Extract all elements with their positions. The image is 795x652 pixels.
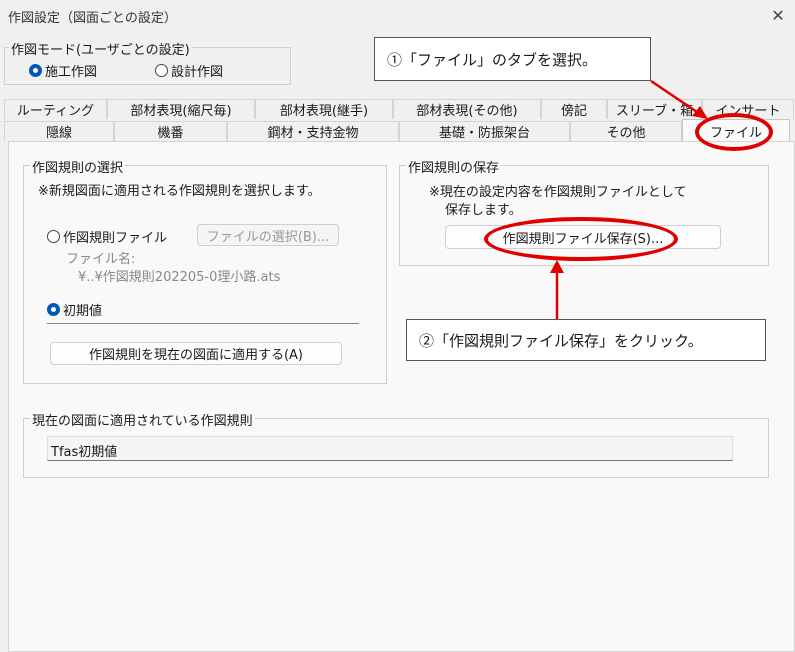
current-rule-field: Tfas初期値 [47, 436, 733, 461]
mode-group: 作図モード(ユーザごとの設定) 施工作図 設計作図 [4, 39, 291, 85]
current-rule-value: Tfas初期値 [51, 445, 118, 460]
title-bar: 作図設定（図面ごとの設定） ✕ [0, 0, 795, 32]
tab-member-scale[interactable]: 部材表現(縮尺毎) [107, 99, 255, 119]
radio-unselected-icon [155, 64, 168, 77]
highlight-file-tab-ring [695, 113, 773, 151]
separator [47, 323, 359, 324]
window-title: 作図設定（図面ごとの設定） [8, 11, 177, 26]
radio-rule-file[interactable]: 作図規則ファイル [47, 227, 167, 246]
file-select-button[interactable]: ファイルの選択(B)... [197, 224, 339, 246]
radio-label-design: 設計作図 [171, 65, 224, 80]
radio-selected-icon [47, 303, 60, 316]
callout-select-file-tab: ①「ファイル」のタブを選択。 [374, 37, 651, 81]
radio-unselected-icon [47, 230, 60, 243]
radio-label-rule-file: 作図規則ファイル [63, 231, 168, 246]
radio-selected-icon [29, 64, 42, 77]
highlight-save-button-ring [484, 217, 678, 261]
apply-rule-button[interactable]: 作図規則を現在の図面に適用する(A) [50, 342, 342, 365]
filename-value: ¥..¥作図規則202205-0理小路.ats [78, 270, 281, 285]
callout-click-save: ②「作図規則ファイル保存」をクリック。 [406, 319, 766, 361]
rule-select-description: ※新規図面に適用される作図規則を選択します。 [38, 184, 321, 199]
tab-annotation[interactable]: 傍記 [541, 99, 607, 119]
tab-foundation[interactable]: 基礎・防振架台 [399, 121, 570, 141]
rule-save-description-1: ※現在の設定内容を作図規則ファイルとして [429, 185, 687, 200]
tab-member-joint[interactable]: 部材表現(継手) [255, 99, 393, 119]
mode-group-legend: 作図モード(ユーザごとの設定) [9, 39, 192, 58]
tab-member-other[interactable]: 部材表現(その他) [393, 99, 541, 119]
rule-select-legend: 作図規則の選択 [30, 157, 126, 176]
rule-save-legend: 作図規則の保存 [406, 157, 502, 176]
tab-sleeve-box[interactable]: スリーブ・箱 [607, 99, 702, 119]
tab-equipment-number[interactable]: 機番 [114, 121, 227, 141]
radio-label-construction: 施工作図 [45, 65, 98, 80]
radio-construction-drawing[interactable]: 施工作図 [29, 61, 97, 80]
radio-default[interactable]: 初期値 [47, 300, 102, 319]
tab-steel-support[interactable]: 鋼材・支持金物 [227, 121, 399, 141]
tab-other[interactable]: その他 [570, 121, 682, 141]
current-rule-legend: 現在の図面に適用されている作図規則 [30, 410, 255, 429]
tab-routing[interactable]: ルーティング [4, 99, 107, 119]
radio-design-drawing[interactable]: 設計作図 [155, 61, 223, 80]
close-icon[interactable]: ✕ [767, 4, 789, 26]
rule-save-description-2: 保存します。 [445, 203, 522, 218]
radio-label-default: 初期値 [63, 304, 103, 319]
filename-label: ファイル名: [66, 252, 136, 267]
tab-hidden-line[interactable]: 隠線 [4, 121, 114, 141]
